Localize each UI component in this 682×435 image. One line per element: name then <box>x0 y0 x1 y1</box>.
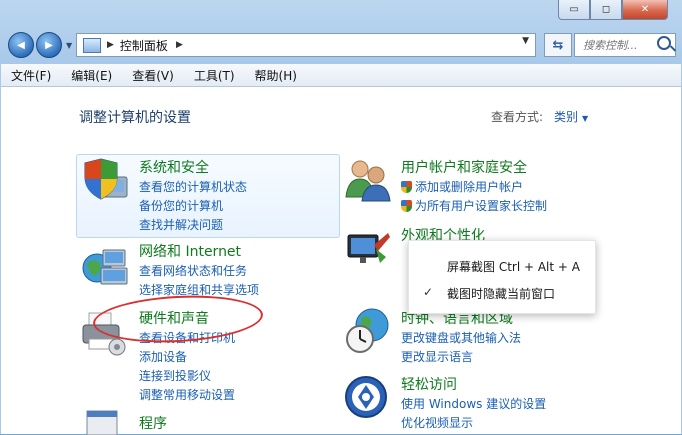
category-title-hardware-sound[interactable]: 硬件和声音 <box>139 308 209 328</box>
users-icon <box>345 160 391 202</box>
control-panel-window: ▭ ◻ ✕ ◀ ▶ ▼ ▶ 控制面板 ▶ ▼ ⇆ 文件(F) 编辑(E) 查看(… <box>0 0 682 435</box>
view-by-value: 类别 <box>554 110 579 124</box>
back-button[interactable]: ◀ <box>8 32 34 58</box>
back-arrow-icon: ◀ <box>17 39 25 51</box>
menu-item-screenshot[interactable]: 屏幕截图 Ctrl + Alt + A <box>447 258 580 275</box>
link-homegroup-sharing[interactable]: 选择家庭组和共享选项 <box>139 281 259 298</box>
link-connect-projector[interactable]: 连接到投影仪 <box>139 367 211 384</box>
address-dropdown-chevron-icon[interactable]: ▼ <box>522 36 529 46</box>
recent-pages-chevron-icon[interactable]: ▼ <box>66 41 72 50</box>
link-windows-recommended-settings[interactable]: 使用 Windows 建议的设置 <box>401 395 546 412</box>
chevron-down-icon: ▼ <box>582 114 589 123</box>
menu-edit[interactable]: 编辑(E) <box>61 67 122 84</box>
link-backup-computer[interactable]: 备份您的计算机 <box>139 197 223 214</box>
link-mobility-settings[interactable]: 调整常用移动设置 <box>139 386 235 403</box>
category-title-ease-of-access[interactable]: 轻松访问 <box>401 374 457 394</box>
search-icon[interactable] <box>657 36 671 50</box>
link-add-remove-accounts[interactable]: 添加或删除用户帐户 <box>401 178 523 195</box>
refresh-icon: ⇆ <box>552 37 564 53</box>
menu-item-hide-window[interactable]: 截图时隐藏当前窗口 <box>447 285 555 302</box>
menu-file[interactable]: 文件(F) <box>1 67 61 84</box>
menu-help[interactable]: 帮助(H) <box>245 67 307 84</box>
checkmark-icon: ✓ <box>423 285 434 299</box>
breadcrumb-control-panel[interactable]: 控制面板 <box>120 37 168 54</box>
breadcrumb-separator-icon[interactable]: ▶ <box>107 40 114 50</box>
minimize-button[interactable]: ▭ <box>558 0 590 20</box>
page-title: 调整计算机的设置 <box>79 110 191 126</box>
link-parental-controls-label: 为所有用户设置家长控制 <box>415 199 548 213</box>
view-by-dropdown[interactable]: 类别 ▼ <box>554 108 588 125</box>
security-shield-icon <box>84 158 128 200</box>
category-title-system-security[interactable]: 系统和安全 <box>139 157 209 177</box>
link-add-remove-accounts-label: 添加或删除用户帐户 <box>415 180 524 194</box>
search-input[interactable] <box>581 37 657 53</box>
screenshot-context-menu: 屏幕截图 Ctrl + Alt + A ✓ 截图时隐藏当前窗口 <box>408 240 596 314</box>
link-devices-printers[interactable]: 查看设备和打印机 <box>139 329 235 346</box>
control-panel-icon <box>83 37 101 53</box>
category-title-programs[interactable]: 程序 <box>139 413 167 433</box>
search-box[interactable] <box>574 33 676 57</box>
appearance-monitor-icon <box>347 233 390 263</box>
link-find-fix-problems[interactable]: 查找并解决问题 <box>139 216 223 233</box>
uac-shield-icon <box>401 200 412 212</box>
breadcrumb-separator-icon[interactable]: ▶ <box>176 40 183 50</box>
forward-arrow-icon: ▶ <box>45 39 53 51</box>
close-button[interactable]: ✕ <box>622 0 668 20</box>
link-change-keyboard[interactable]: 更改键盘或其他输入法 <box>401 329 521 346</box>
forward-button[interactable]: ▶ <box>36 32 62 58</box>
category-title-user-accounts[interactable]: 用户帐户和家庭安全 <box>401 157 527 177</box>
link-add-device[interactable]: 添加设备 <box>139 348 187 365</box>
link-view-network-status[interactable]: 查看网络状态和任务 <box>139 262 247 279</box>
refresh-button[interactable]: ⇆ <box>544 33 572 57</box>
uac-shield-icon <box>401 181 412 193</box>
view-by-label: 查看方式: <box>491 110 544 124</box>
link-optimize-visual-display[interactable]: 优化视频显示 <box>401 414 473 431</box>
menu-bar: 文件(F) 编辑(E) 查看(V) 工具(T) 帮助(H) <box>1 64 681 87</box>
category-title-network-internet[interactable]: 网络和 Internet <box>139 241 241 261</box>
programs-icon <box>86 410 118 435</box>
address-bar[interactable]: ▶ 控制面板 ▶ ▼ <box>76 33 536 57</box>
link-view-computer-status[interactable]: 查看您的计算机状态 <box>139 178 247 195</box>
ease-of-access-icon <box>345 376 387 418</box>
network-globe-icon <box>82 249 128 285</box>
menu-tools[interactable]: 工具(T) <box>184 67 245 84</box>
window-caption-buttons: ▭ ◻ ✕ <box>558 0 668 20</box>
navigation-bar: ◀ ▶ ▼ ▶ 控制面板 ▶ ▼ ⇆ <box>8 32 676 58</box>
menu-view[interactable]: 查看(V) <box>122 67 184 84</box>
printer-hardware-icon <box>82 312 126 356</box>
link-change-display-language[interactable]: 更改显示语言 <box>401 348 473 365</box>
link-parental-controls[interactable]: 为所有用户设置家长控制 <box>401 197 547 214</box>
clock-globe-icon <box>346 308 389 353</box>
maximize-button[interactable]: ◻ <box>590 0 622 20</box>
